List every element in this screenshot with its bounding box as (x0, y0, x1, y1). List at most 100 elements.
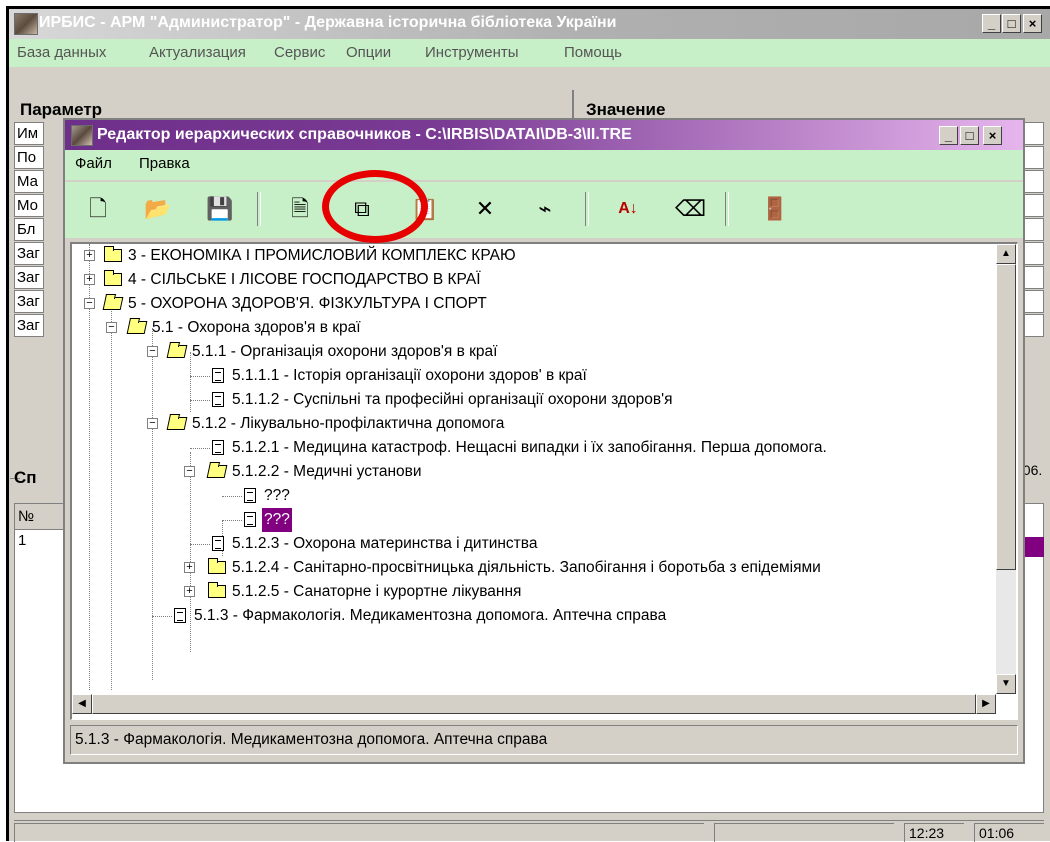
scroll-down-arrow-icon[interactable]: ▼ (996, 674, 1016, 694)
close-button[interactable]: × (1023, 14, 1042, 33)
main-window-title: ИРБИС - АРМ "Администратор" - Державна і… (39, 14, 617, 31)
irbis-app-icon (14, 13, 38, 35)
menu-tools[interactable]: Инструменты (425, 44, 519, 61)
tree-guide-line (152, 328, 153, 680)
tree-guide-line (190, 544, 210, 545)
main-menubar: База данных Актуализация Сервис Опции Ин… (9, 39, 1050, 67)
column-header-number[interactable]: № (15, 504, 65, 530)
new-file-icon[interactable]: 🗋 (83, 194, 113, 224)
scroll-right-arrow-icon[interactable]: ▶ (976, 694, 996, 714)
menu-database[interactable]: База данных (17, 44, 106, 61)
tree-node-label: ??? (264, 487, 290, 504)
dialog-status-text: 5.1.3 - Фармакологія. Медикаментозна доп… (70, 725, 1018, 755)
column-header-param[interactable]: Параметр (14, 90, 574, 119)
main-titlebar[interactable]: ИРБИС - АРМ "Администратор" - Державна і… (9, 9, 1050, 39)
toolbar-separator (257, 192, 261, 226)
status-pane (14, 823, 704, 842)
dialog-close-button[interactable]: × (983, 126, 1002, 145)
collapse-minus-icon[interactable]: − (147, 346, 158, 357)
param-cell[interactable]: Мо (14, 194, 44, 217)
menu-edit[interactable]: Правка (139, 155, 190, 172)
hierarchy-editor-dialog: Редактор иерархических справочников - C:… (63, 118, 1025, 764)
tree-node-label: 5 - ОХОРОНА ЗДОРОВ'Я. ФІЗКУЛЬТУРА І СПОР… (128, 295, 487, 312)
folder-open-icon (206, 465, 228, 478)
status-pane (714, 823, 894, 842)
param-cell[interactable]: Бл (14, 218, 44, 241)
vertical-scroll-thumb[interactable] (996, 264, 1016, 570)
menu-help[interactable]: Помощь (564, 44, 622, 61)
tree-guide-line (190, 452, 191, 652)
tree-node-label: 5.1.1.1 - Історія організації охорони зд… (232, 367, 587, 384)
tree-node-label: 5.1.2.3 - Охорона материнства і дитинств… (232, 535, 538, 552)
highlight-circle (322, 170, 428, 243)
folder-open-icon (126, 321, 148, 334)
document-icon (244, 488, 256, 503)
param-cell[interactable]: Заг (14, 314, 44, 337)
eraser-icon[interactable]: ⌫ (675, 194, 706, 224)
param-cell[interactable]: Заг (14, 242, 44, 265)
tree-node-label-selected: ??? (262, 508, 292, 532)
folder-closed-icon (208, 558, 226, 574)
add-node-icon[interactable]: 🗎 (285, 194, 315, 224)
folder-closed-icon (104, 270, 122, 286)
delete-icon[interactable]: ✕ (470, 194, 500, 224)
toolbar-separator (725, 192, 729, 226)
horizontal-scroll-thumb[interactable] (92, 694, 976, 714)
open-folder-icon[interactable]: 📂 (143, 194, 173, 224)
collapse-minus-icon[interactable]: − (184, 466, 195, 477)
tree-node-label: 5.1.2.2 - Медичні установи (232, 463, 422, 480)
dialog-titlebar[interactable]: Редактор иерархических справочников - C:… (65, 120, 1023, 150)
scroll-left-arrow-icon[interactable]: ◀ (72, 694, 92, 714)
param-cell[interactable]: Заг (14, 266, 44, 289)
param-cell[interactable]: Им (14, 122, 44, 145)
clean-icon[interactable]: ⌁ (530, 194, 560, 224)
menu-options[interactable]: Опции (346, 44, 391, 61)
param-cell[interactable]: Ма (14, 170, 44, 193)
vertical-scrollbar[interactable]: ▲ ▼ (996, 244, 1016, 694)
tree-guide-line (89, 244, 90, 690)
menu-service[interactable]: Сервис (274, 44, 325, 61)
sort-icon[interactable]: A↓ (613, 194, 643, 224)
tree-guide-line (222, 496, 242, 497)
expand-plus-icon[interactable]: + (184, 586, 195, 597)
collapse-minus-icon[interactable]: − (106, 322, 117, 333)
dialog-minimize-button[interactable]: _ (939, 126, 958, 145)
main-statusbar: 12:23 01:06 (14, 820, 1044, 842)
menu-file[interactable]: Файл (75, 155, 112, 172)
params-grid-header: Параметр Значение (14, 90, 1044, 120)
param-cell[interactable]: По (14, 146, 44, 169)
table-row-number[interactable]: 1 (15, 530, 65, 552)
status-time-2: 01:06 (974, 823, 1044, 842)
scroll-up-arrow-icon[interactable]: ▲ (996, 244, 1016, 264)
collapse-minus-icon[interactable]: − (84, 298, 95, 309)
expand-plus-icon[interactable]: + (84, 250, 95, 261)
status-time-1: 12:23 (904, 823, 964, 842)
tree-node-label: 3 - ЕКОНОМІКА І ПРОМИСЛОВИЙ КОМПЛЕКС КРА… (128, 247, 516, 264)
maximize-button[interactable]: □ (1002, 14, 1021, 33)
param-cell[interactable]: Заг (14, 290, 44, 313)
expand-plus-icon[interactable]: + (84, 274, 95, 285)
tree-guide-line (190, 400, 210, 401)
horizontal-scrollbar[interactable]: ◀ ▶ (72, 694, 996, 714)
document-icon (212, 368, 224, 383)
tree-guide-line (222, 520, 242, 521)
minimize-button[interactable]: _ (982, 14, 1001, 33)
expand-plus-icon[interactable]: + (184, 562, 195, 573)
document-icon (212, 392, 224, 407)
tree-node-label: 5.1.1 - Організація охорони здоров'я в к… (192, 343, 498, 360)
save-icon[interactable]: 💾 (205, 194, 235, 224)
collapse-minus-icon[interactable]: − (147, 418, 158, 429)
tree-guide-line (152, 616, 172, 617)
folder-closed-icon (208, 582, 226, 598)
dialog-maximize-button[interactable]: □ (960, 126, 979, 145)
tree-node-label: 5.1.1.2 - Суспільні та професійні органі… (232, 391, 673, 408)
folder-open-icon (166, 345, 188, 358)
folder-open-icon (102, 297, 124, 310)
document-icon (174, 608, 186, 623)
exit-icon[interactable]: 🚪 (760, 194, 790, 224)
folder-open-icon (166, 417, 188, 430)
dialog-title: Редактор иерархических справочников - C:… (97, 126, 632, 143)
menu-actualization[interactable]: Актуализация (149, 44, 246, 61)
hierarchy-tree[interactable]: + 3 - ЕКОНОМІКА І ПРОМИСЛОВИЙ КОМПЛЕКС К… (70, 242, 1018, 720)
column-header-value[interactable]: Значение (580, 90, 665, 120)
